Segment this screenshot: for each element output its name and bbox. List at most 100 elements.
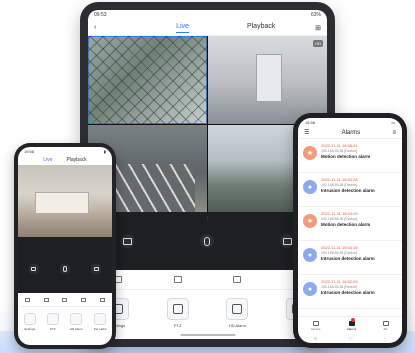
- status-time: 19:56: [24, 149, 35, 154]
- func-ptz[interactable]: PTZ: [46, 313, 59, 331]
- tab-label: Device: [311, 326, 321, 331]
- intrusion-alarm-icon: ●: [303, 248, 317, 262]
- home-indicator: [180, 334, 235, 336]
- alarm-body: 2022-11-11 16:53:15 192.168.55.35 [Devic…: [321, 245, 375, 270]
- phone-left-screen: 19:56 ▮ Live Playback Settings PTZ HD Al…: [18, 147, 112, 345]
- fence-overlay: [88, 36, 207, 124]
- func-per-habit[interactable]: Per Habit: [93, 313, 107, 331]
- phone-left-function-row: Settings PTZ HD Alarm Per Habit: [18, 307, 112, 331]
- func-hd-alarm[interactable]: HD Alarm: [217, 298, 257, 328]
- func-label: PTZ: [173, 323, 182, 328]
- status-time: 15:38: [305, 120, 316, 125]
- tablet-status-bar: 09:53 63%: [88, 10, 327, 20]
- snapshot-button[interactable]: [28, 264, 39, 274]
- mic-off-icon: [204, 236, 211, 246]
- alarm-type: Motion detection alarm: [321, 222, 371, 227]
- func-hd-alarm[interactable]: HD Alarm: [70, 313, 83, 331]
- menu-nav-icon[interactable]: ≡: [314, 336, 317, 342]
- system-nav-bar: ≡ □ ‹: [298, 334, 402, 343]
- intrusion-alarm-icon: ●: [303, 282, 317, 296]
- func-label: HD Alarm: [69, 327, 83, 331]
- alarm-time: 2022-11-11 16:52:09: [321, 279, 358, 284]
- alarm-device: 192.168.55.35 [Device]: [321, 251, 357, 255]
- func-label: HD Alarm: [228, 323, 246, 328]
- hd-alarm-glyph: [232, 304, 243, 314]
- alarm-time: 2022-11-11 16:53:28: [321, 177, 358, 182]
- alarm-body: 2022-11-11 16:58:41 192.168.55.35 [Devic…: [321, 143, 370, 168]
- alarm-type: Motion detection alarm: [321, 154, 371, 159]
- tablet-screen: 09:53 63% ‹ Live Playback ⊞ HD ⋮ Setting…: [88, 10, 327, 339]
- camera-icon: [123, 237, 133, 245]
- fullscreen-icon[interactable]: [100, 297, 106, 302]
- screenshot-icon[interactable]: [173, 276, 182, 283]
- mic-icon: [62, 266, 67, 272]
- user-icon: [382, 320, 389, 326]
- func-label: Per Habit: [93, 327, 107, 331]
- menu-icon[interactable]: ☰: [304, 129, 309, 136]
- tab-label: Alarms: [346, 326, 357, 331]
- alarm-device: 192.168.55.35 [Device]: [321, 285, 357, 289]
- home-nav-icon[interactable]: □: [349, 336, 352, 342]
- alarms-header: ☰ Alarms ≡: [298, 127, 402, 139]
- phone-left-nav: Live Playback: [18, 155, 112, 165]
- hd-alarm-icon: [226, 298, 249, 320]
- alarm-body: 2022-11-11 16:52:09 192.168.55.35 [Devic…: [321, 279, 375, 304]
- alarm-item[interactable]: ● 2022-11-11 16:53:28 192.168.55.35 [Dev…: [298, 173, 402, 207]
- alarm-item[interactable]: ● 2022-11-11 16:53:15 192.168.55.35 [Dev…: [298, 241, 402, 275]
- sound-icon[interactable]: [62, 297, 68, 302]
- func-label: PTZ: [49, 327, 56, 331]
- alarm-device: 192.168.55.35 [Device]: [321, 183, 357, 187]
- tablet-function-row: Settings PTZ HD Alarm Face: [88, 290, 327, 328]
- tablet-control-panel: ⋮: [88, 212, 327, 270]
- alarm-type: Intrusion detection alarm: [321, 290, 375, 295]
- habit-icon: [94, 313, 107, 325]
- alarm-time: 2022-11-11 16:53:29: [321, 211, 358, 216]
- home-icon: [312, 320, 319, 326]
- tab-playback[interactable]: Playback: [247, 23, 275, 33]
- tab-alarms[interactable]: Alarms: [346, 317, 357, 331]
- layout-icon[interactable]: ⊞: [315, 24, 321, 32]
- record-button[interactable]: [91, 264, 102, 274]
- door-shape: [255, 53, 282, 102]
- snapshot-button[interactable]: [120, 234, 135, 248]
- phone-left-control-panel: [18, 237, 112, 293]
- filter-icon[interactable]: ≡: [392, 130, 396, 136]
- battery-icon: ▭: [391, 120, 395, 125]
- alarm-device: 192.168.55.35 [Device]: [321, 149, 357, 153]
- mic-button[interactable]: [59, 264, 70, 274]
- ptz-icon: [166, 298, 189, 320]
- status-time: 09:53: [94, 12, 107, 18]
- tab-live[interactable]: Live: [43, 157, 52, 163]
- phone-left-camera-feed[interactable]: [18, 165, 112, 237]
- quality-icon[interactable]: [24, 297, 30, 302]
- sound-off-icon[interactable]: [233, 276, 242, 283]
- tab-playback[interactable]: Playback: [66, 157, 86, 163]
- alarm-time: 2022-11-11 16:53:15: [321, 245, 358, 250]
- mute-button[interactable]: [200, 234, 215, 248]
- back-icon[interactable]: ‹: [94, 24, 96, 31]
- alarm-item[interactable]: ★ 2022-11-11 16:53:29 192.168.55.35 [Dev…: [298, 207, 402, 241]
- func-settings[interactable]: Settings: [23, 313, 36, 331]
- alarm-time: 2022-11-11 16:58:41: [321, 143, 358, 148]
- tab-live[interactable]: Live: [176, 23, 189, 33]
- tab-me[interactable]: Me: [382, 320, 389, 331]
- func-ptz[interactable]: PTZ: [158, 298, 198, 328]
- signal-icon: ▮: [103, 149, 106, 154]
- camera-feed-2[interactable]: HD: [208, 36, 327, 124]
- video-icon: [93, 267, 99, 271]
- alarm-item[interactable]: ★ 2022-11-11 16:58:41 192.168.55.35 [Dev…: [298, 139, 402, 173]
- tablet-tabs: Live Playback: [176, 23, 275, 33]
- page-title: Alarms: [341, 129, 361, 136]
- tab-device[interactable]: Device: [311, 320, 321, 331]
- phone-left-toolbar: [18, 293, 112, 307]
- alarm-item[interactable]: ● 2022-11-11 16:52:09 192.168.55.35 [Dev…: [298, 275, 402, 309]
- alarm-body: 2022-11-11 16:53:29 192.168.55.35 [Devic…: [321, 211, 370, 236]
- intrusion-alarm-icon: ●: [303, 180, 317, 194]
- camera-feed-1[interactable]: [88, 36, 207, 124]
- back-nav-icon[interactable]: ‹: [384, 336, 386, 342]
- ptz-icon: [46, 313, 59, 325]
- screenshot-icon[interactable]: [43, 297, 49, 302]
- split-icon[interactable]: [81, 297, 87, 302]
- alarm-device: 192.168.55.35 [Device]: [321, 217, 357, 221]
- phone-left-status-bar: 19:56 ▮: [18, 147, 112, 155]
